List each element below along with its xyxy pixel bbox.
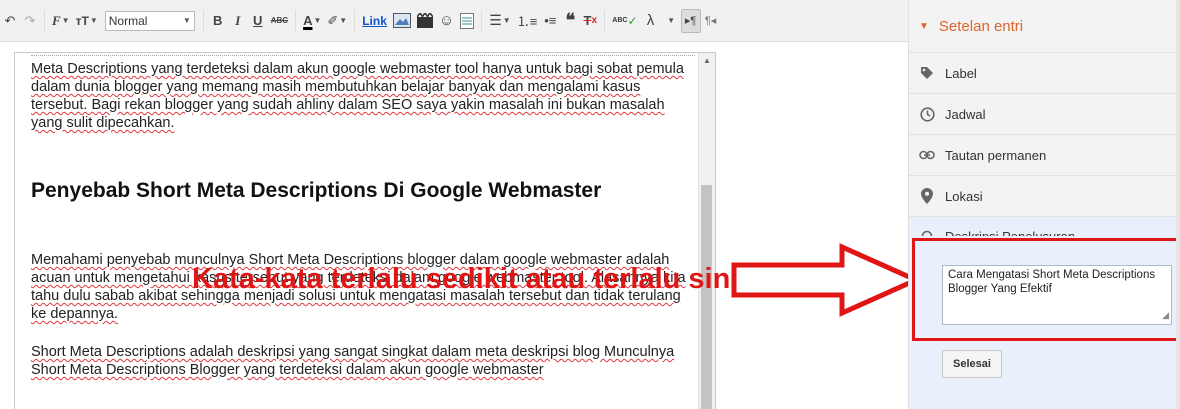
toolbar-divider [354, 9, 356, 32]
remove-formatting-icon[interactable]: Tx [580, 9, 600, 33]
tag-icon [919, 65, 935, 81]
editor-paragraph: Meta Descriptions yang terdeteksi dalam … [31, 61, 684, 131]
bulleted-list-icon[interactable]: •≡ [540, 9, 560, 33]
undo-icon[interactable]: ↶ [0, 9, 20, 33]
editor-paragraph: Short Meta Descriptions adalah deskripsi… [31, 344, 675, 378]
quote-icon[interactable]: ❝ [560, 9, 580, 33]
more-options-button[interactable]: ▼ [661, 9, 681, 33]
editor-content[interactable]: Meta Descriptions yang terdeteksi dalam … [31, 53, 695, 379]
sidebar-item-text: Tautan permanen [945, 147, 1047, 163]
align-button[interactable]: ☰ ▼ [486, 9, 513, 33]
rtl-direction-button[interactable]: ¶◂ [701, 9, 721, 33]
toolbar-divider [44, 9, 45, 32]
insert-image-icon[interactable] [390, 9, 414, 33]
strikethrough-button[interactable]: ABC [268, 9, 291, 33]
paragraph-style-value: Normal [108, 13, 148, 28]
toolbar-divider [202, 9, 204, 32]
post-settings-header[interactable]: ▼ Setelan entri [909, 0, 1180, 52]
cut-off-line [31, 53, 695, 56]
font-family-button[interactable]: F ▼ [49, 9, 73, 33]
align-left-icon: ☰ [489, 12, 502, 28]
resize-grip-icon[interactable]: ◢ [1162, 308, 1169, 322]
jump-break-icon[interactable] [457, 9, 477, 33]
text-color-label: A [303, 13, 313, 28]
editor-heading: Penyebab Short Meta Descriptions Di Goog… [31, 179, 602, 202]
annotation-arrow-icon [731, 243, 920, 317]
window-edge [1176, 0, 1180, 409]
post-settings-sidebar: ▼ Setelan entri Label Jadwal Tautan perm… [908, 0, 1180, 409]
underline-button[interactable]: U [248, 9, 268, 33]
ltr-direction-button[interactable]: ▸¶ [680, 8, 701, 33]
link-icon [919, 147, 935, 163]
bold-button[interactable]: B [208, 9, 228, 33]
sidebar-item-permalink[interactable]: Tautan permanen [909, 134, 1180, 175]
search-description-input[interactable]: Cara Mengatasi Short Meta Descriptions B… [942, 265, 1172, 325]
post-settings-title: Setelan entri [938, 17, 1024, 35]
link-button[interactable]: Link [359, 9, 390, 33]
sidebar-item-text: Label [945, 65, 977, 81]
marker-icon: ✐ [327, 12, 339, 28]
scroll-up-icon[interactable]: ▲ [703, 56, 711, 65]
search-description-value: Cara Mengatasi Short Meta Descriptions B… [948, 269, 1156, 295]
sidebar-item-label[interactable]: Label [909, 52, 1180, 93]
lambda-icon: λ [646, 12, 655, 29]
input-tools-button[interactable]: λ [641, 9, 661, 33]
sidebar-item-schedule[interactable]: Jadwal [909, 93, 1180, 134]
annotation-text: Kata-kata terlalu sedikit atau terlalu s… [192, 263, 790, 295]
toolbar-divider [604, 9, 606, 32]
spellcheck-label: ABC [612, 17, 628, 24]
editor-toolbar: ↶ ↷ F ▼ тT ▼ Normal ▼ B I U ABC A ▼ ✐ ▼ Link… [0, 0, 908, 42]
editor-scrollbar[interactable]: ▲ [698, 53, 715, 409]
text-color-button[interactable]: A ▼ [300, 9, 324, 33]
check-icon: ✓ [627, 13, 638, 28]
clock-icon [919, 106, 935, 122]
numbered-list-icon[interactable]: ⒈≡ [514, 9, 541, 33]
italic-button[interactable]: I [228, 9, 248, 33]
spellcheck-button[interactable]: ABC ✓ [609, 9, 640, 33]
collapse-triangle-icon: ▼ [919, 20, 929, 32]
done-button[interactable]: Selesai [942, 350, 1002, 378]
toolbar-divider [295, 9, 297, 32]
location-pin-icon [919, 188, 935, 204]
toolbar-divider [481, 9, 483, 32]
scrollbar-thumb[interactable] [701, 185, 712, 409]
sidebar-item-text: Lokasi [945, 188, 983, 204]
highlight-color-button[interactable]: ✐ ▼ [324, 9, 350, 33]
font-size-button[interactable]: тT ▼ [73, 9, 101, 33]
redo-icon[interactable]: ↷ [20, 9, 40, 33]
post-editor[interactable]: Meta Descriptions yang terdeteksi dalam … [14, 52, 716, 409]
paragraph-style-select[interactable]: Normal ▼ [104, 10, 195, 31]
sidebar-item-location[interactable]: Lokasi [909, 175, 1180, 216]
sidebar-item-text: Jadwal [945, 106, 986, 122]
insert-video-icon[interactable] [414, 9, 436, 33]
chevron-down-icon: ▼ [182, 16, 191, 25]
emoji-icon[interactable]: ☺ [436, 9, 457, 33]
